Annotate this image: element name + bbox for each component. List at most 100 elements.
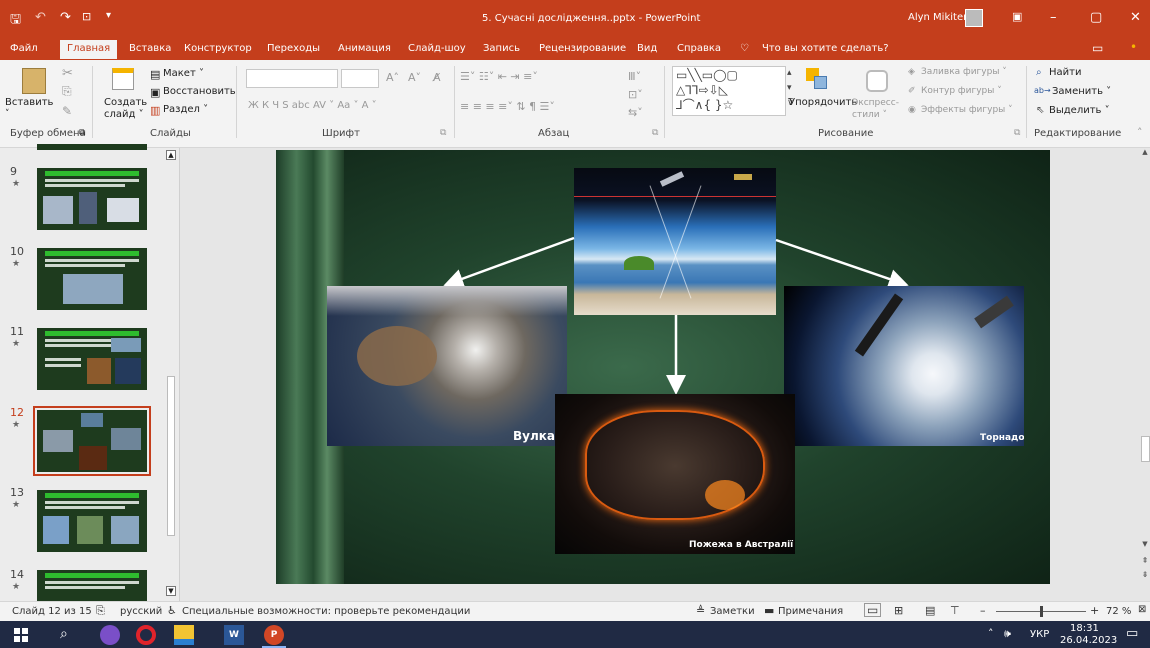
select-button[interactable]: Выделить ˅ [1049, 105, 1110, 116]
notes-button[interactable]: Заметки [710, 606, 755, 617]
quick-styles-button[interactable]: Экспресс-стили ˅ [852, 97, 904, 121]
alignment-icon[interactable]: ≡ ≡ ≡ ≡˅ ⇅ ¶ ☰˅ [460, 100, 555, 113]
file-explorer-icon[interactable] [174, 625, 194, 645]
slide-sorter-icon[interactable]: ⊞ [894, 604, 903, 617]
replace-button[interactable]: Заменить ˅ [1052, 86, 1111, 97]
zoom-out-icon[interactable]: – [980, 604, 986, 617]
opera-icon[interactable] [136, 625, 156, 645]
shapes-gallery[interactable]: ▭╲╲▭◯▢ △⅂⅂⇨⇩◺ ⅃⌒∧{ }☆ [672, 66, 786, 116]
slide-thumbnail-12-selected[interactable] [33, 406, 151, 476]
australia-fire-image[interactable]: Пожежа в Австралії [555, 394, 795, 554]
avatar[interactable] [965, 9, 983, 27]
previous-slide-icon[interactable]: ⇞ [1140, 556, 1150, 566]
editor-scroll-down-icon[interactable]: ▼ [1140, 540, 1150, 550]
paste-dropdown-icon[interactable]: ˅ [5, 109, 10, 119]
customize-toolbar-icon[interactable]: ▾ [106, 10, 111, 21]
ribbon-display-icon[interactable]: ▣ [1012, 10, 1022, 23]
editor-scroll-thumb[interactable] [1141, 436, 1150, 462]
tab-design[interactable]: Конструктор [184, 43, 252, 54]
comments-button[interactable]: Примечания [778, 606, 843, 617]
shape-outline-button[interactable]: Контур фигуры ˅ [921, 86, 1002, 96]
reset-button[interactable]: Восстановить [163, 86, 236, 97]
tell-me-search[interactable]: Что вы хотите сделать? [762, 43, 889, 54]
font-grow-icon[interactable]: A˄ [386, 71, 399, 84]
arrange-icon[interactable] [806, 68, 828, 92]
tab-insert[interactable]: Вставка [129, 43, 171, 54]
tray-expand-icon[interactable]: ˄ [988, 627, 994, 640]
tab-file[interactable]: Файл [10, 43, 38, 54]
clock-date[interactable]: 26.04.2023 [1060, 635, 1117, 646]
collapse-ribbon-icon[interactable]: ˄ [1137, 126, 1143, 139]
tab-home[interactable]: Главная [60, 40, 118, 59]
scroll-up-icon[interactable]: ▲ [166, 150, 176, 160]
format-painter-icon[interactable]: ✎ [62, 104, 72, 118]
slide-thumbnail-11[interactable] [37, 328, 147, 390]
clipboard-launcher-icon[interactable]: ⧉ [79, 128, 85, 138]
hurricane-image[interactable]: Торнадо [784, 286, 1024, 446]
keyboard-language[interactable]: УКР [1030, 629, 1049, 640]
word-icon[interactable]: W [224, 625, 244, 645]
zoom-level[interactable]: 72 % [1106, 606, 1131, 617]
slideshow-view-icon[interactable]: ⊤ [950, 604, 960, 617]
tab-animations[interactable]: Анимация [338, 43, 391, 54]
cut-icon[interactable]: ✂ [62, 66, 73, 81]
close-button[interactable]: ✕ [1130, 10, 1141, 25]
find-button[interactable]: Найти [1049, 67, 1081, 78]
zoom-slider-thumb[interactable] [1040, 606, 1043, 617]
section-button[interactable]: Раздел ˅ [163, 104, 208, 115]
shape-effects-button[interactable]: Эффекты фигуры ˅ [921, 105, 1013, 115]
thumbnails-scroll-thumb[interactable] [167, 376, 175, 536]
next-slide-icon[interactable]: ⇟ [1140, 570, 1150, 580]
copy-icon[interactable]: ⎘ [62, 84, 72, 99]
normal-view-icon[interactable]: ▭ [864, 603, 882, 617]
font-shrink-icon[interactable]: A˅ [408, 71, 421, 84]
paste-button[interactable]: Вставить [5, 97, 53, 108]
thumbnails-scrollbar[interactable]: ▲ ▼ [165, 148, 177, 601]
fit-to-window-icon[interactable]: ⊠ [1138, 604, 1146, 615]
text-direction-icon[interactable]: Ⅲ˅ ⊡˅ ⇆˅ [628, 68, 643, 122]
drawing-launcher-icon[interactable]: ⧉ [1014, 128, 1020, 138]
quick-styles-icon[interactable] [866, 70, 888, 92]
windows-start-icon[interactable] [14, 628, 28, 642]
slide-thumbnail-13[interactable] [37, 490, 147, 552]
volcano-image[interactable]: Вулкан [327, 286, 567, 446]
search-icon[interactable]: ⌕ [60, 626, 68, 642]
editor-scrollbar[interactable]: ▲ ▼ ⇞ ⇟ [1140, 148, 1150, 601]
arrange-button[interactable]: Упорядочить [789, 97, 857, 108]
shape-fill-button[interactable]: Заливка фигуры ˅ [921, 67, 1007, 77]
slide-thumbnail-9[interactable] [37, 168, 147, 230]
scroll-down-icon[interactable]: ▼ [166, 586, 176, 596]
editor-scroll-up-icon[interactable]: ▲ [1140, 148, 1150, 158]
comments-icon[interactable]: ▭ [1092, 41, 1103, 55]
new-slide-button[interactable]: Создать слайд ˅ [104, 97, 148, 121]
slide-canvas[interactable]: Вулкан Торнадо Пожежа в Австралії [276, 150, 1050, 584]
thumbnail-partial[interactable] [37, 144, 147, 150]
paste-icon[interactable] [22, 68, 46, 94]
tab-help[interactable]: Справка [677, 43, 721, 54]
tab-review[interactable]: Рецензирование [539, 43, 626, 54]
new-slide-icon[interactable] [112, 68, 134, 90]
reading-view-icon[interactable]: ▤ [925, 604, 935, 617]
zoom-in-icon[interactable]: + [1090, 604, 1099, 617]
bullets-icon[interactable]: ☰˅ ☷˅ ⇤ ⇥ ≡˅ [460, 70, 538, 83]
undo-icon[interactable]: ↶ [35, 10, 46, 25]
spellcheck-icon[interactable]: ⎘ [96, 604, 105, 618]
font-size-select[interactable] [341, 69, 379, 88]
layout-button[interactable]: Макет ˅ [163, 68, 204, 79]
minimize-button[interactable]: – [1050, 10, 1057, 25]
slideshow-start-icon[interactable]: ⊡ [82, 10, 91, 23]
redo-icon[interactable]: ↷ [60, 10, 71, 25]
clock-time[interactable]: 18:31 [1070, 623, 1099, 634]
clear-format-icon[interactable]: A̸ [433, 71, 441, 84]
tab-record[interactable]: Запись [483, 43, 520, 54]
slide-thumbnail-14[interactable] [37, 570, 147, 601]
restore-button[interactable]: ▢ [1090, 10, 1102, 25]
tab-slideshow[interactable]: Слайд-шоу [408, 43, 466, 54]
viber-icon[interactable] [100, 625, 120, 645]
paragraph-launcher-icon[interactable]: ⧉ [652, 128, 658, 138]
language-indicator[interactable]: русский [120, 606, 162, 617]
font-name-select[interactable] [246, 69, 338, 88]
accessibility-status[interactable]: Специальные возможности: проверьте реком… [182, 606, 470, 617]
tab-transitions[interactable]: Переходы [267, 43, 320, 54]
volume-icon[interactable]: 🕪 [1004, 627, 1011, 641]
